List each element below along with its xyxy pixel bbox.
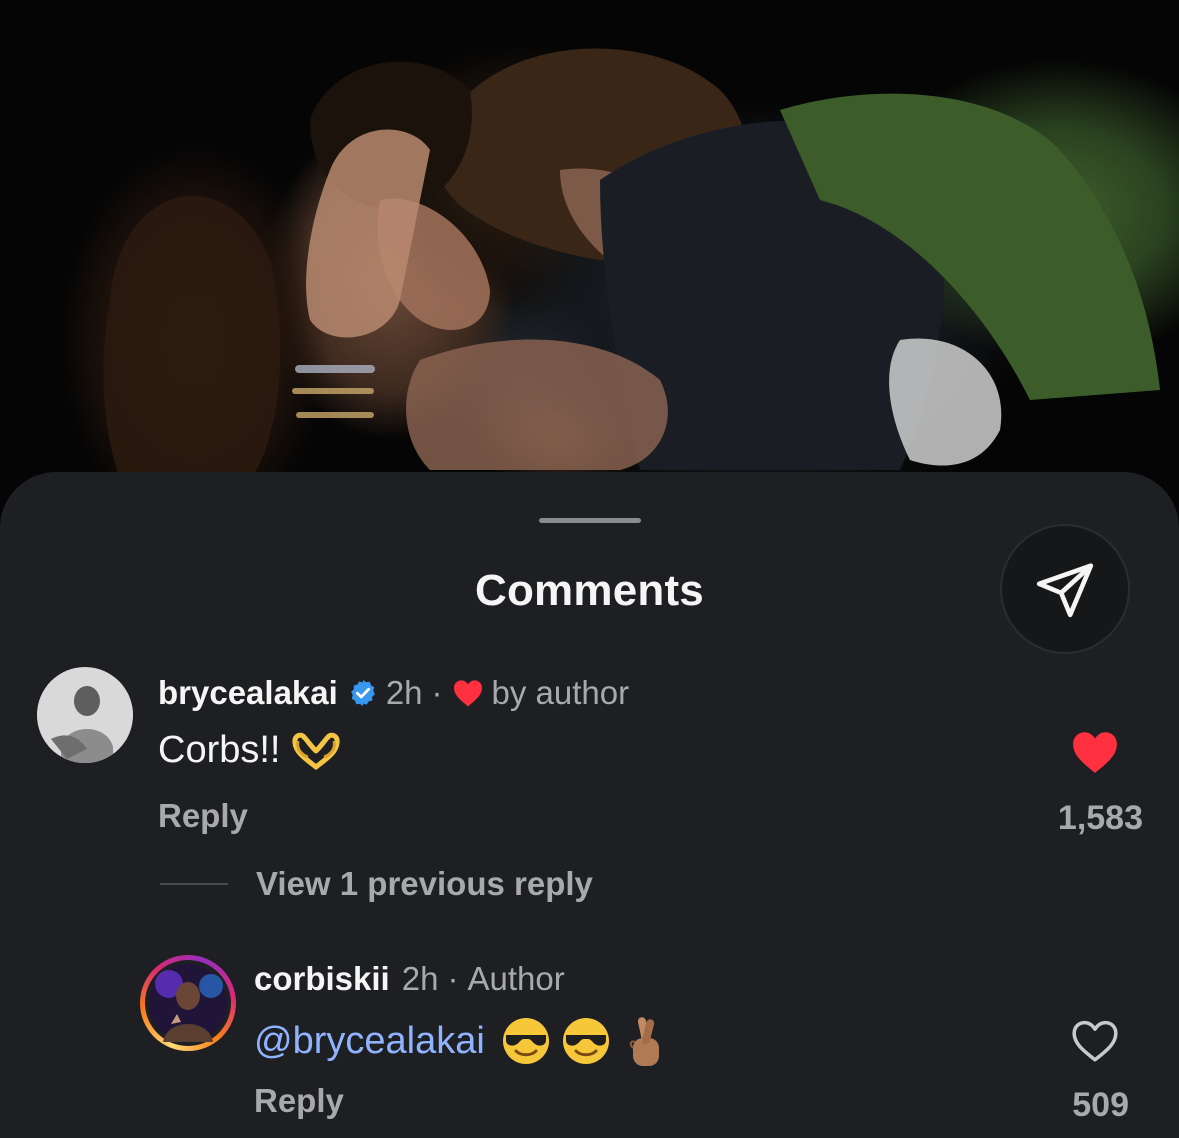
- like-button[interactable]: [1068, 727, 1122, 777]
- comment-time: 2h: [385, 674, 423, 711]
- photo-figures: [103, 48, 1160, 480]
- crossed-fingers-emoji-icon: [625, 1014, 665, 1068]
- view-previous-replies[interactable]: View 1 previous reply: [160, 865, 593, 903]
- reply-username[interactable]: corbiskii: [254, 960, 390, 998]
- reply-meta: corbiskii 2h · Author: [254, 960, 565, 998]
- meta-separator: ·: [431, 674, 443, 711]
- reply-button[interactable]: Reply: [158, 797, 248, 835]
- avatar-photo: [37, 667, 133, 763]
- thread-line: [160, 883, 228, 885]
- heart-outline-icon: [1072, 1020, 1118, 1062]
- comment-username[interactable]: brycealakai: [158, 674, 338, 712]
- avatar-story-ring[interactable]: [140, 955, 236, 1051]
- avatar-photo: [149, 964, 227, 1042]
- sunglasses-face-emoji-icon: [501, 1016, 551, 1066]
- reply-time: 2h: [401, 960, 439, 997]
- liked-by-author-label: by author: [491, 674, 630, 711]
- avatar: [149, 964, 227, 1042]
- comment-text: Corbs!!: [158, 729, 342, 772]
- like-count: 509: [1072, 1086, 1129, 1124]
- view-replies-label: View 1 previous reply: [256, 865, 593, 902]
- like-count: 1,583: [1057, 799, 1143, 837]
- mention-link[interactable]: @brycealakai: [254, 1020, 485, 1063]
- comments-sheet: Comments brycealakai 2h · by author Corb…: [0, 472, 1179, 1138]
- reply-button[interactable]: Reply: [254, 1082, 344, 1120]
- verified-badge-icon: [348, 678, 378, 708]
- post-photo: [0, 0, 1179, 520]
- liked-by-author-heart-icon: [452, 678, 484, 708]
- sheet-grabber[interactable]: [539, 518, 641, 523]
- share-button[interactable]: [1000, 524, 1130, 654]
- paper-plane-icon: [1036, 563, 1094, 618]
- avatar[interactable]: [37, 667, 133, 763]
- comment-text-content: Corbs!!: [158, 729, 281, 771]
- sunglasses-face-emoji-icon: [561, 1016, 611, 1066]
- comment-meta: brycealakai 2h · by author: [158, 674, 629, 712]
- heart-hands-emoji-icon: [290, 731, 342, 771]
- author-label: Author: [467, 960, 565, 997]
- like-button[interactable]: [1068, 1016, 1122, 1066]
- reply-text: @brycealakai: [254, 1014, 665, 1068]
- meta-separator: ·: [447, 960, 459, 997]
- heart-filled-icon: [1073, 732, 1117, 773]
